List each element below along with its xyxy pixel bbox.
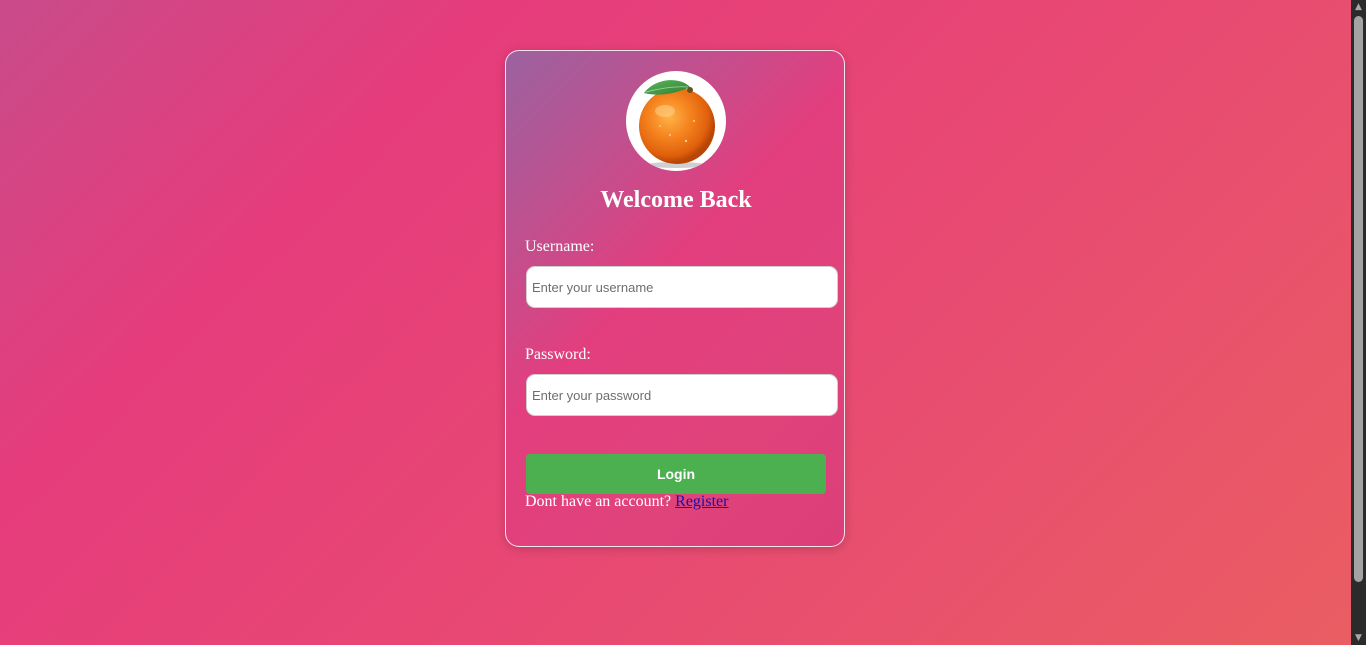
- username-label: Username:: [525, 238, 595, 255]
- password-input[interactable]: [526, 374, 838, 416]
- orange-logo-icon: [626, 71, 726, 171]
- register-prompt-text: Dont have an account?: [525, 493, 676, 510]
- login-button[interactable]: Login: [526, 454, 826, 494]
- login-card: Welcome Back Username: Password: Login D…: [505, 50, 845, 547]
- vertical-scrollbar[interactable]: ▲ ▼: [1351, 0, 1366, 645]
- register-prompt: Dont have an account? Register: [525, 493, 728, 511]
- scroll-up-arrow-icon[interactable]: ▲: [1351, 0, 1366, 14]
- page-background: Welcome Back Username: Password: Login D…: [0, 0, 1351, 645]
- scroll-down-arrow-icon[interactable]: ▼: [1351, 631, 1366, 645]
- username-input[interactable]: [526, 266, 838, 308]
- register-link[interactable]: Register: [675, 493, 728, 510]
- password-label: Password:: [525, 346, 591, 363]
- page-title: Welcome Back: [600, 187, 752, 213]
- scrollbar-thumb[interactable]: [1354, 16, 1363, 582]
